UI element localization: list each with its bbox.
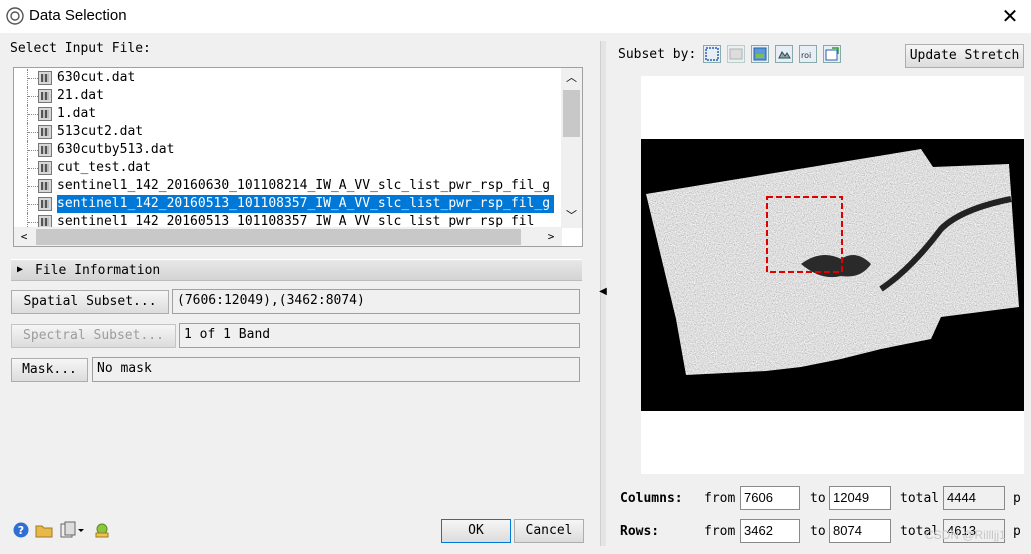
watermark: CSDN @Rillljj1 [925, 528, 1006, 542]
file-list-item[interactable]: sentinel1_142_20160513_101108357_IW_A_VV… [14, 195, 562, 213]
columns-to-label: to [810, 491, 826, 506]
raster-file-icon [38, 197, 52, 211]
scroll-thumb-horizontal[interactable] [36, 229, 521, 245]
mask-field: No mask [92, 357, 580, 382]
spectral-subset-button[interactable]: Spectral Subset... [11, 324, 176, 348]
file-icon[interactable] [751, 45, 769, 63]
roi-icon[interactable] [775, 45, 793, 63]
file-name: sentinel1_142_20160630_101108214_IW_A_VV… [57, 178, 551, 193]
help-icon[interactable]: ? [12, 521, 30, 539]
rows-from-label: from [704, 524, 736, 539]
app-icon [6, 7, 24, 25]
spatial-subset-button[interactable]: Spatial Subset... [11, 290, 169, 314]
columns-from-input[interactable]: 7606 [740, 486, 800, 510]
file-name: 630cutby513.dat [57, 142, 175, 157]
file-name: cut_test.dat [57, 160, 151, 175]
file-list-item[interactable]: 513cut2.dat [14, 123, 562, 141]
ok-button[interactable]: OK [441, 519, 511, 543]
file-information-label: File Information [35, 263, 161, 278]
rows-label: Rows: [620, 524, 660, 539]
columns-to-input[interactable]: 12049 [829, 486, 891, 510]
cancel-button[interactable]: Cancel [514, 519, 584, 543]
columns-label: Columns: [620, 491, 683, 506]
columns-trailing-label: p [1013, 491, 1021, 506]
network-icon[interactable] [93, 521, 111, 539]
file-options-icon[interactable] [59, 521, 87, 539]
file-name: 513cut2.dat [57, 124, 144, 139]
scroll-right-icon[interactable]: > [541, 227, 561, 246]
file-name: 21.dat [57, 88, 104, 103]
raster-file-icon [38, 125, 52, 139]
rows-to-label: to [810, 524, 826, 539]
file-list-item[interactable]: 1.dat [14, 105, 562, 123]
svg-text:roi: roi [801, 51, 811, 60]
spectral-subset-field: 1 of 1 Band [179, 323, 580, 348]
open-folder-icon[interactable] [35, 521, 53, 539]
raster-file-icon [38, 179, 52, 193]
columns-from-label: from [704, 491, 736, 506]
vertical-scrollbar[interactable]: ︿ ﹀ [561, 68, 582, 228]
file-list-item[interactable]: 21.dat [14, 87, 562, 105]
raster-file-icon [38, 89, 52, 103]
file-list-item[interactable]: sentinel1_142_20160630_101108214_IW_A_VV… [14, 177, 562, 195]
collapse-arrow-icon[interactable]: ◀ [599, 285, 607, 299]
vector-icon[interactable]: roi [799, 45, 817, 63]
file-list-item[interactable]: 630cutby513.dat [14, 141, 562, 159]
horizontal-scrollbar[interactable]: < > [14, 227, 562, 246]
rows-to-input[interactable]: 8074 [829, 519, 891, 543]
rows-from-input[interactable]: 3462 [740, 519, 800, 543]
scroll-up-icon[interactable]: ︿ [561, 68, 582, 88]
file-name: sentinel1_142_20160513_101108357_IW_A_VV… [57, 195, 555, 213]
title-bar: Data Selection ✕ [0, 0, 1031, 33]
rows-trailing-label: p [1013, 524, 1021, 539]
file-information-section[interactable]: ▶ File Information [11, 259, 582, 281]
preview-image[interactable] [641, 139, 1024, 411]
file-list-item[interactable]: cut_test.dat [14, 159, 562, 177]
file-name: 1.dat [57, 106, 97, 121]
file-list[interactable]: 630cut.dat 21.dat 1.dat 513cut2.dat 630cutby… [13, 67, 583, 247]
svg-text:?: ? [18, 524, 24, 537]
file-list-item[interactable]: 630cut.dat [14, 69, 562, 87]
subset-by-label: Subset by: [618, 47, 697, 62]
spatial-subset-field: (7606:12049),(3462:8074) [172, 289, 580, 314]
bottom-toolbar: ? [12, 521, 112, 541]
sar-image [641, 139, 1024, 411]
raster-file-icon [38, 143, 52, 157]
previous-icon[interactable] [823, 45, 841, 63]
file-name: 630cut.dat [57, 70, 136, 85]
raster-file-icon [38, 107, 52, 121]
scroll-thumb[interactable] [563, 90, 580, 137]
scroll-left-icon[interactable]: < [14, 227, 34, 246]
select-input-label: Select Input File: [10, 41, 151, 56]
columns-total-field: 4444 [943, 486, 1005, 510]
close-button[interactable]: ✕ [995, 2, 1025, 30]
map-icon[interactable] [727, 45, 745, 63]
raster-file-icon [38, 71, 52, 85]
expand-arrow-icon[interactable]: ▶ [17, 264, 23, 275]
mask-button[interactable]: Mask... [11, 358, 88, 382]
columns-total-label: total [900, 491, 940, 506]
raster-file-icon [38, 161, 52, 175]
scroll-down-icon[interactable]: ﹀ [561, 206, 582, 226]
image-icon[interactable] [703, 45, 721, 63]
window-title: Data Selection [29, 7, 127, 24]
update-stretch-button[interactable]: Update Stretch [905, 44, 1024, 68]
